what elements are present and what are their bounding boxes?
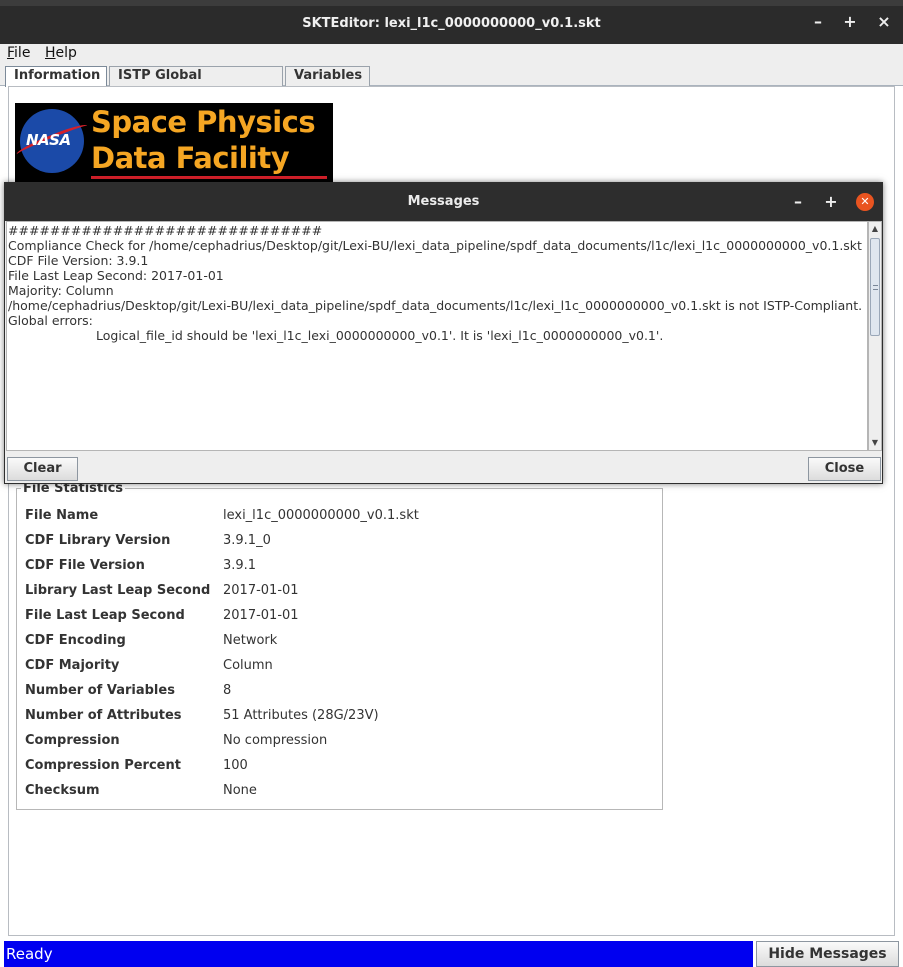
- stat-label: Number of Attributes: [25, 708, 182, 723]
- messages-scrollbar[interactable]: ▲ ▼: [868, 221, 882, 451]
- hide-messages-button[interactable]: Hide Messages: [756, 941, 899, 967]
- scrollbar-grip-icon: [873, 285, 878, 290]
- stat-label: File Last Leap Second: [25, 608, 185, 623]
- message-line: /home/cephadrius/Desktop/git/Lexi-BU/lex…: [8, 298, 863, 313]
- messages-minimize-icon[interactable]: –: [789, 193, 807, 211]
- status-bar: Ready: [4, 941, 753, 967]
- message-line: Compliance Check for /home/cephadrius/De…: [8, 238, 862, 253]
- close-button[interactable]: Close: [808, 457, 881, 481]
- message-line: CDF File Version: 3.9.1: [8, 253, 149, 268]
- messages-titlebar[interactable]: Messages – + ✕: [5, 183, 882, 221]
- nasa-meatball-logo: NASA: [14, 109, 90, 173]
- messages-dialog: Messages – + ✕ #########################…: [4, 182, 883, 484]
- menu-help[interactable]: Help: [45, 45, 77, 61]
- stat-value: 2017-01-01: [223, 583, 299, 598]
- menu-help-mnemonic: H: [45, 45, 56, 61]
- messages-title: Messages: [407, 194, 480, 209]
- file-statistics-panel: File Statistics File Name lexi_l1c_00000…: [16, 481, 663, 810]
- stat-value: 8: [223, 683, 232, 698]
- message-line: ##############################: [8, 223, 323, 238]
- stat-value: 3.9.1: [223, 558, 257, 573]
- stat-label: CDF Encoding: [25, 633, 126, 648]
- tab-istp-global-attributes[interactable]: ISTP Global Attributes: [109, 66, 283, 101]
- messages-maximize-icon[interactable]: +: [822, 193, 840, 211]
- messages-text-area[interactable]: ############################## Complianc…: [6, 221, 868, 451]
- stat-value: Column: [223, 658, 273, 673]
- stat-value: No compression: [223, 733, 328, 748]
- stat-label: CDF Library Version: [25, 533, 171, 548]
- tab-information[interactable]: Information: [5, 66, 107, 87]
- stat-value: 3.9.1_0: [223, 533, 271, 548]
- menu-file[interactable]: File: [7, 45, 30, 61]
- minimize-icon[interactable]: –: [810, 14, 826, 30]
- stat-value: lexi_l1c_0000000000_v0.1.skt: [223, 508, 419, 523]
- close-icon[interactable]: ×: [876, 14, 892, 30]
- stat-value: Network: [223, 633, 278, 648]
- menubar: File Help: [0, 44, 903, 64]
- background-window-strip: [0, 0, 903, 6]
- message-line: Logical_file_id should be 'lexi_l1c_lexi…: [96, 328, 664, 343]
- stat-value: 100: [223, 758, 248, 773]
- stat-label: File Name: [25, 508, 99, 523]
- maximize-icon[interactable]: +: [842, 14, 858, 30]
- logo-line-2: Data Facility: [91, 141, 290, 175]
- stat-label: Compression Percent: [25, 758, 181, 773]
- logo-underline: [91, 176, 327, 179]
- message-line: File Last Leap Second: 2017-01-01: [8, 268, 224, 283]
- stat-label: CDF Majority: [25, 658, 120, 673]
- stat-value: 51 Attributes (28G/23V): [223, 708, 379, 723]
- nasa-logo-text: NASA: [26, 131, 71, 149]
- stat-label: Checksum: [25, 783, 100, 798]
- spdf-logo: NASA Space Physics Data Facility: [14, 103, 333, 183]
- stat-label: Library Last Leap Second: [25, 583, 211, 598]
- messages-close-icon[interactable]: ✕: [856, 193, 874, 211]
- message-line: Global errors:: [8, 313, 93, 328]
- window-titlebar[interactable]: SKTEditor: lexi_l1c_0000000000_v0.1.skt …: [0, 0, 903, 44]
- scroll-up-icon[interactable]: ▲: [869, 222, 881, 236]
- stat-label: Number of Variables: [25, 683, 175, 698]
- stat-label: Compression: [25, 733, 120, 748]
- logo-line-1: Space Physics: [91, 105, 316, 139]
- stat-label: CDF File Version: [25, 558, 145, 573]
- stat-value: None: [223, 783, 257, 798]
- tab-variables[interactable]: Variables: [285, 66, 370, 86]
- menu-file-mnemonic: F: [7, 45, 15, 61]
- scrollbar-thumb[interactable]: [870, 238, 880, 336]
- window-title: SKTEditor: lexi_l1c_0000000000_v0.1.skt: [302, 16, 601, 31]
- menu-file-label: ile: [14, 45, 31, 61]
- menu-help-label: elp: [55, 45, 77, 61]
- message-line: Majority: Column: [8, 283, 114, 298]
- stat-value: 2017-01-01: [223, 608, 299, 623]
- clear-button[interactable]: Clear: [7, 457, 78, 481]
- scroll-down-icon[interactable]: ▼: [869, 436, 881, 450]
- tab-bar: Information ISTP Global Attributes Varia…: [0, 64, 903, 101]
